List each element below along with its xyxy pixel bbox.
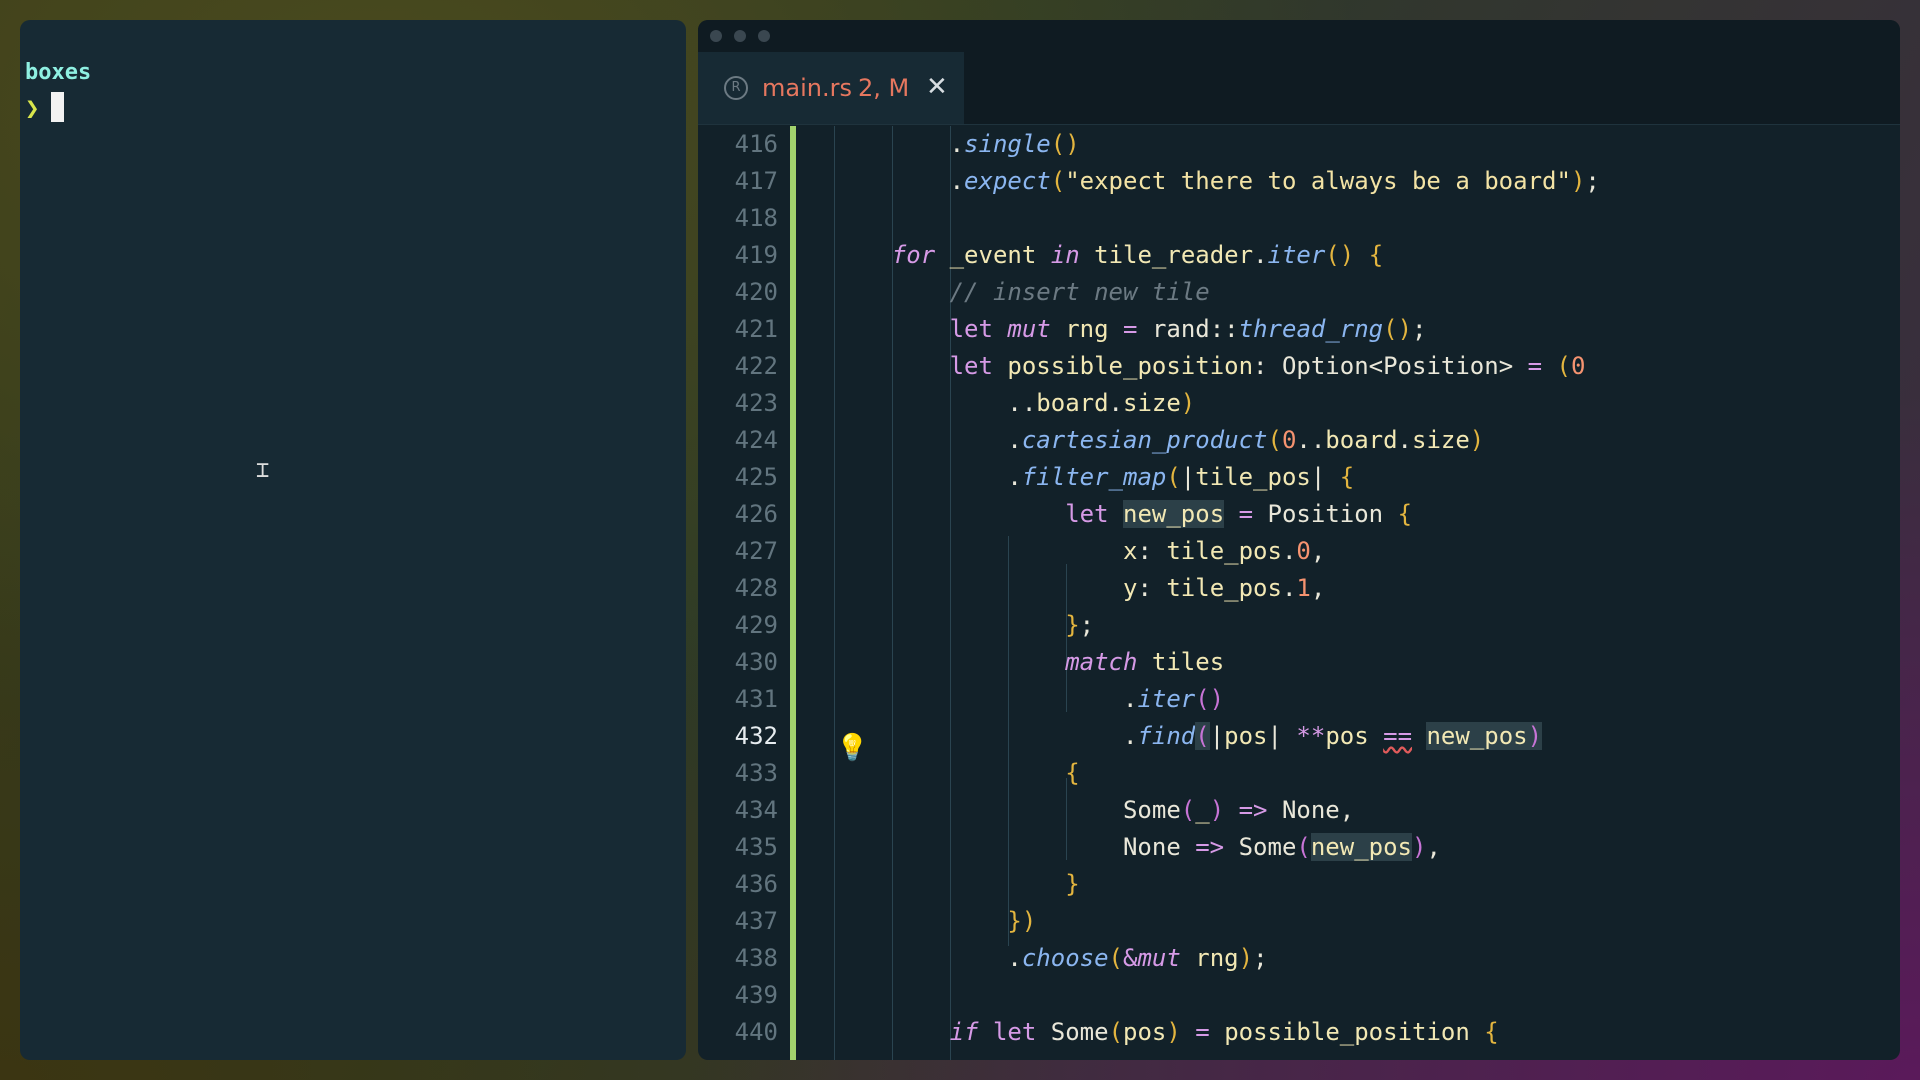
code-line[interactable]: 439 (698, 977, 1900, 1014)
code-text[interactable]: let possible_position: Option<Position> … (834, 348, 1586, 385)
terminal-prompt-icon: ❯ (25, 94, 40, 122)
line-number: 440 (734, 1018, 778, 1046)
line-number: 426 (734, 500, 778, 528)
line-number: 431 (734, 685, 778, 713)
rust-file-icon: R (724, 76, 748, 100)
line-number: 429 (734, 611, 778, 639)
terminal-directory-title: boxes (25, 60, 92, 85)
code-line[interactable]: 430 match tiles (698, 644, 1900, 681)
line-number: 421 (734, 315, 778, 343)
code-line[interactable]: 427 x: tile_pos.0, (698, 533, 1900, 570)
tab-bar: R main.rs 2, M ✕ (698, 52, 1900, 125)
code-line[interactable]: 421 let mut rng = rand::thread_rng(); (698, 311, 1900, 348)
code-text[interactable]: let new_pos = Position { (834, 496, 1412, 533)
code-line[interactable]: 429 }; (698, 607, 1900, 644)
window-minimize-dot[interactable] (734, 30, 746, 42)
line-number: 419 (734, 241, 778, 269)
code-line[interactable]: 424 .cartesian_product(0..board.size) (698, 422, 1900, 459)
tab-filename: main.rs (762, 74, 852, 102)
line-number: 420 (734, 278, 778, 306)
code-line[interactable]: 432 .find(|pos| **pos == new_pos) (698, 718, 1900, 755)
line-number: 428 (734, 574, 778, 602)
code-text[interactable]: for _event in tile_reader.iter() { (834, 237, 1383, 274)
code-line[interactable]: 416 .single() (698, 126, 1900, 163)
code-line[interactable]: 426 let new_pos = Position { (698, 496, 1900, 533)
code-editor[interactable]: R main.rs 2, M ✕ 💡 416 .single() 417 .exp… (698, 20, 1900, 1060)
code-text[interactable]: .choose(&mut rng); (834, 940, 1267, 977)
code-line[interactable]: 428 y: tile_pos.1, (698, 570, 1900, 607)
code-text[interactable]: // insert new tile (834, 274, 1210, 311)
code-line[interactable]: 433 { (698, 755, 1900, 792)
line-number: 417 (734, 167, 778, 195)
tab-main-rs[interactable]: R main.rs 2, M ✕ (698, 52, 964, 124)
code-area[interactable]: 💡 416 .single() 417 .expect("expect there… (698, 126, 1900, 1060)
code-text[interactable]: .cartesian_product(0..board.size) (834, 422, 1484, 459)
text-cursor-icon: ⌶ (256, 458, 270, 483)
code-text[interactable]: .single() (834, 126, 1080, 163)
code-line[interactable]: 438 .choose(&mut rng); (698, 940, 1900, 977)
line-number: 432 (734, 722, 778, 750)
code-line[interactable]: 437 }) (698, 903, 1900, 940)
line-number: 435 (734, 833, 778, 861)
line-number: 427 (734, 537, 778, 565)
code-text[interactable]: }; (834, 607, 1094, 644)
line-number: 416 (734, 130, 778, 158)
code-line[interactable]: 420 // insert new tile (698, 274, 1900, 311)
line-number: 422 (734, 352, 778, 380)
line-number: 430 (734, 648, 778, 676)
code-line[interactable]: 419 for _event in tile_reader.iter() { (698, 237, 1900, 274)
line-number: 423 (734, 389, 778, 417)
editor-titlebar (698, 20, 1900, 52)
code-text[interactable]: .expect("expect there to always be a boa… (834, 163, 1600, 200)
code-text[interactable]: match tiles (834, 644, 1224, 681)
terminal-pane[interactable]: boxes ❯ ⌶ (20, 20, 686, 1060)
line-number: 433 (734, 759, 778, 787)
code-line[interactable]: 440 if let Some(pos) = possible_position… (698, 1014, 1900, 1051)
code-line[interactable]: 435 None => Some(new_pos), (698, 829, 1900, 866)
code-text[interactable]: if let Some(pos) = possible_position { (834, 1014, 1499, 1051)
code-text[interactable]: ..board.size) (834, 385, 1195, 422)
window-close-dot[interactable] (710, 30, 722, 42)
line-number: 424 (734, 426, 778, 454)
code-line[interactable]: 418 (698, 200, 1900, 237)
code-line[interactable]: 422 let possible_position: Option<Positi… (698, 348, 1900, 385)
code-text[interactable]: x: tile_pos.0, (834, 533, 1325, 570)
tab-close-icon[interactable]: ✕ (926, 72, 948, 102)
code-text[interactable]: } (834, 866, 1079, 903)
code-line[interactable]: 434 Some(_) => None, (698, 792, 1900, 829)
line-number: 436 (734, 870, 778, 898)
code-text[interactable]: .find(|pos| **pos == new_pos) (834, 718, 1543, 755)
code-text[interactable]: .iter() (834, 681, 1224, 718)
code-text[interactable]: Some(_) => None, (834, 792, 1354, 829)
code-text[interactable]: None => Some(new_pos), (834, 829, 1441, 866)
window-zoom-dot[interactable] (758, 30, 770, 42)
line-number: 425 (734, 463, 778, 491)
code-line[interactable]: 417 .expect("expect there to always be a… (698, 163, 1900, 200)
line-number: 434 (734, 796, 778, 824)
tab-status: 2, M (858, 74, 910, 102)
code-text[interactable]: let mut rng = rand::thread_rng(); (834, 311, 1427, 348)
code-text[interactable]: .filter_map(|tile_pos| { (834, 459, 1354, 496)
code-line[interactable]: 431 .iter() (698, 681, 1900, 718)
line-number: 437 (734, 907, 778, 935)
code-text[interactable]: { (834, 755, 1079, 792)
code-text[interactable]: }) (834, 903, 1036, 940)
line-number: 418 (734, 204, 778, 232)
code-line[interactable]: 436 } (698, 866, 1900, 903)
code-line[interactable]: 423 ..board.size) (698, 385, 1900, 422)
line-number: 438 (734, 944, 778, 972)
terminal-cursor[interactable] (51, 92, 64, 122)
code-line[interactable]: 425 .filter_map(|tile_pos| { (698, 459, 1900, 496)
code-text[interactable]: y: tile_pos.1, (834, 570, 1325, 607)
line-number: 439 (734, 981, 778, 1009)
